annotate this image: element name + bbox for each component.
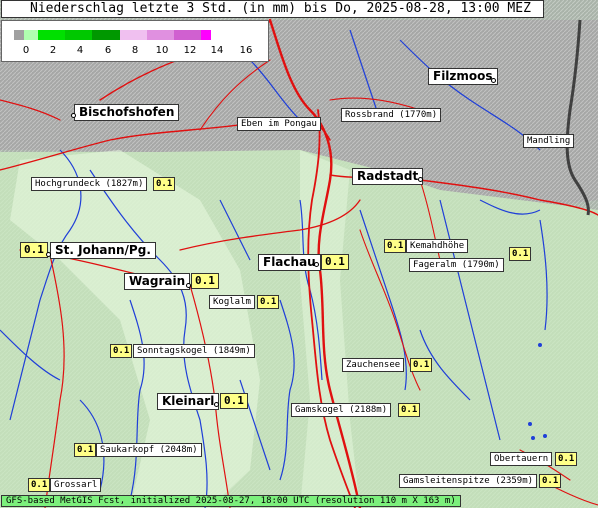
place-kleinarl: Kleinarl [157,393,220,410]
precip-value-koglalm: 0.1 [257,295,280,309]
legend-tick: 10 [155,45,169,56]
model-info-footer: GFS-based MetGIS Fcst, initialized 2025-… [1,495,461,507]
place-eben: Eben im Pongau [237,117,321,131]
place-filzmoos: Filzmoos [428,68,498,85]
place-bischofshofen: Bischofshofen [74,104,180,121]
town-marker [491,78,496,83]
place-radstadt: Radstadt [352,168,424,185]
lake [543,434,547,438]
precip-value-saukarkopf: 0.1 [74,443,97,457]
legend-swatch [147,30,174,40]
legend-swatch [38,30,65,40]
place-kemahdhoehe: Kemahdhöhe [406,239,469,253]
legend-swatch [92,30,120,40]
legend-ticks: 0 2 4 6 8 10 12 14 16 [2,45,270,59]
place-sonntagskogel: Sonntagskogel (1849m) [133,344,255,358]
legend-tick: 16 [239,45,253,56]
precip-value-kemahdhoehe: 0.1 [384,239,407,253]
place-rossbrand: Rossbrand (1770m) [341,108,442,122]
place-obertauern: Obertauern [490,452,553,466]
legend-tick: 12 [183,45,197,56]
place-flachau: Flachau [258,254,321,271]
legend-colorbar [14,30,211,40]
precip-value-obertauern: 0.1 [555,452,578,466]
precip-value-flachau: 0.1 [321,254,349,270]
place-zauchensee: Zauchensee [342,358,405,372]
legend-swatch [201,30,211,40]
legend-swatch [120,30,147,40]
legend-tick: 2 [49,45,57,56]
precip-value-zauchensee: 0.1 [410,358,433,372]
map-title: Niederschlag letzte 3 Std. (in mm) bis D… [1,0,544,18]
place-mandling: Mandling [523,134,575,148]
precip-value-fageralm: 0.1 [509,247,532,261]
precip-value-st-johann: 0.1 [20,242,48,258]
place-saukarkopf: Saukarkopf (2048m) [96,443,202,457]
precip-value-hochgrundeck: 0.1 [153,177,176,191]
precip-value-sonntagskogel: 0.1 [110,344,133,358]
legend-swatch [174,30,201,40]
legend-swatch [24,30,38,40]
place-grossarl: Grossarl [50,478,102,492]
town-marker [71,113,76,118]
precip-legend: 0 2 4 6 8 10 12 14 16 [1,20,269,62]
town-marker [46,252,51,257]
legend-tick: 4 [76,45,84,56]
legend-swatch [65,30,92,40]
precip-value-wagrain: 0.1 [191,273,219,289]
legend-tick: 6 [104,45,112,56]
legend-tick: 8 [131,45,139,56]
legend-swatch [14,30,24,40]
place-gamsleitenspitze: Gamsleitenspitze (2359m) [399,474,538,488]
lake [538,343,542,347]
town-marker [314,262,319,267]
town-marker [214,402,219,407]
place-fageralm: Fageralm (1790m) [409,258,504,272]
place-koglalm: Koglalm [209,295,255,309]
town-marker [418,177,423,182]
precip-value-gamsleitenspitze: 0.1 [539,474,562,488]
precip-value-gamskogel: 0.1 [398,403,421,417]
legend-tick: 0 [22,45,30,56]
place-wagrain: Wagrain [124,273,191,290]
place-hochgrundeck: Hochgrundeck (1827m) [31,177,148,191]
precip-value-kleinarl: 0.1 [220,393,248,409]
legend-tick: 14 [210,45,224,56]
precipitation-map: Niederschlag letzte 3 Std. (in mm) bis D… [0,0,598,508]
precip-value-grossarl: 0.1 [28,478,51,492]
town-marker [186,283,191,288]
lake [531,436,535,440]
lake [528,422,532,426]
place-gamskogel: Gamskogel (2188m) [291,403,392,417]
place-st-johann: St. Johann/Pg. [50,242,156,259]
